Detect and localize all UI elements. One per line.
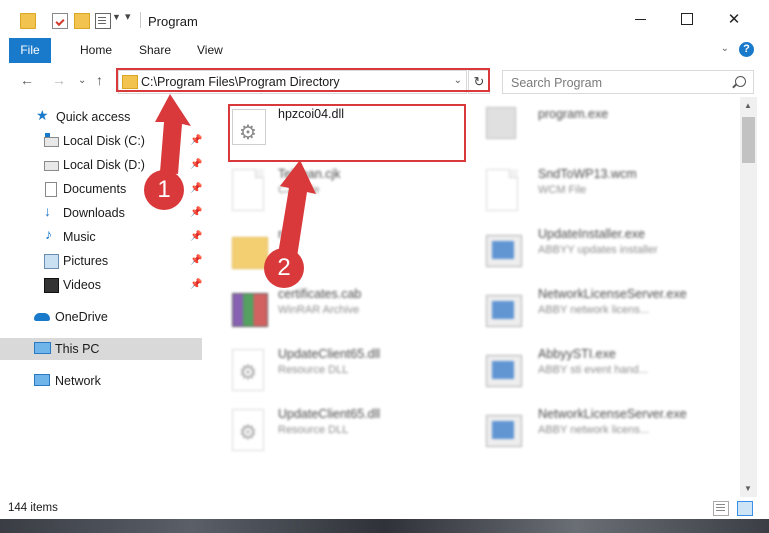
step-badge-2: 2 (264, 248, 304, 288)
file-explorer-window: ▼ ▾ Program ✕ File Home Share View ⌄ ? ←… (0, 0, 769, 519)
arrow-2-icon (278, 160, 316, 257)
arrow-1-icon (155, 94, 191, 174)
annotation-arrows (155, 94, 316, 257)
step-badge-1: 1 (144, 170, 184, 210)
desktop-background (0, 519, 769, 533)
